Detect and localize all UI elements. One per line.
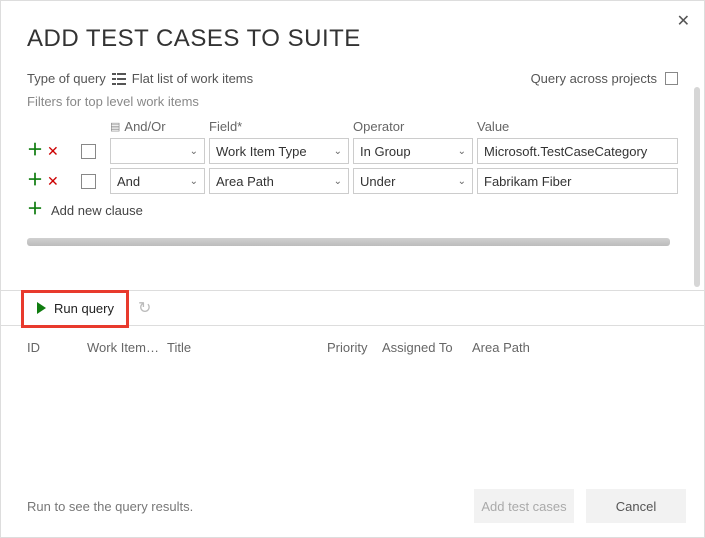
flat-list-icon <box>112 73 126 85</box>
operator-select[interactable]: Under⌄ <box>353 168 473 194</box>
col-assigned: Assigned To <box>382 340 472 355</box>
col-id: ID <box>27 340 87 355</box>
col-area: Area Path <box>472 340 678 355</box>
query-options-row: Type of query Flat list of work items Qu… <box>27 71 678 86</box>
add-row-icon[interactable]: ＋ <box>27 173 43 189</box>
dialog-footer: Run to see the query results. Add test c… <box>1 475 704 537</box>
row-checkbox[interactable] <box>81 174 96 189</box>
col-title: Title <box>167 340 327 355</box>
filter-row: ＋ ✕ And⌄ Area Path⌄ Under⌄ Fabrikam Fibe… <box>27 168 678 194</box>
col-header-andor: ▤ And/Or <box>110 119 205 134</box>
row-checkbox[interactable] <box>81 144 96 159</box>
play-icon <box>37 302 46 314</box>
chevron-down-icon: ⌄ <box>334 146 342 157</box>
col-header-field: Field* <box>209 119 349 134</box>
filter-table: ▤ And/Or Field* Operator Value ＋ ✕ ⌄ Wor… <box>27 119 678 246</box>
andor-select[interactable]: And⌄ <box>110 168 205 194</box>
col-header-operator: Operator <box>353 119 473 134</box>
col-workitem: Work Item… <box>87 340 167 355</box>
type-of-query-label: Type of query <box>27 71 106 86</box>
chevron-down-icon: ⌄ <box>190 146 198 157</box>
chevron-down-icon: ⌄ <box>190 176 198 187</box>
plus-icon: ＋ <box>27 202 43 218</box>
close-icon[interactable]: ✕ <box>677 11 690 31</box>
cancel-button[interactable]: Cancel <box>586 489 686 523</box>
vertical-scrollbar[interactable] <box>694 87 700 287</box>
operator-select[interactable]: In Group⌄ <box>353 138 473 164</box>
query-across-projects-checkbox[interactable] <box>665 72 678 85</box>
group-icon: ▤ <box>110 120 120 133</box>
value-input[interactable]: Fabrikam Fiber <box>477 168 678 194</box>
chevron-down-icon: ⌄ <box>458 176 466 187</box>
results-header-row: ID Work Item… Title Priority Assigned To… <box>27 326 678 369</box>
type-of-query-value[interactable]: Flat list of work items <box>132 71 253 86</box>
add-row-icon[interactable]: ＋ <box>27 143 43 159</box>
toolbar: Run query ↻ <box>1 290 704 326</box>
col-header-value: Value <box>477 119 678 134</box>
refresh-icon[interactable]: ↻ <box>138 298 151 318</box>
filter-row: ＋ ✕ ⌄ Work Item Type⌄ In Group⌄ Microsof… <box>27 138 678 164</box>
filters-section-label: Filters for top level work items <box>27 94 678 109</box>
dialog-title: ADD TEST CASES TO SUITE <box>1 1 704 71</box>
horizontal-scrollbar[interactable] <box>27 238 670 246</box>
footer-message: Run to see the query results. <box>27 499 193 514</box>
query-across-projects-label: Query across projects <box>531 71 657 86</box>
delete-row-icon[interactable]: ✕ <box>47 144 59 158</box>
add-new-clause-button[interactable]: ＋ Add new clause <box>27 202 678 218</box>
delete-row-icon[interactable]: ✕ <box>47 174 59 188</box>
add-test-cases-button[interactable]: Add test cases <box>474 489 574 523</box>
field-select[interactable]: Work Item Type⌄ <box>209 138 349 164</box>
andor-select[interactable]: ⌄ <box>110 138 205 164</box>
value-input[interactable]: Microsoft.TestCaseCategory <box>477 138 678 164</box>
run-query-button[interactable]: Run query <box>27 297 124 320</box>
field-select[interactable]: Area Path⌄ <box>209 168 349 194</box>
chevron-down-icon: ⌄ <box>458 146 466 157</box>
col-priority: Priority <box>327 340 382 355</box>
chevron-down-icon: ⌄ <box>334 176 342 187</box>
